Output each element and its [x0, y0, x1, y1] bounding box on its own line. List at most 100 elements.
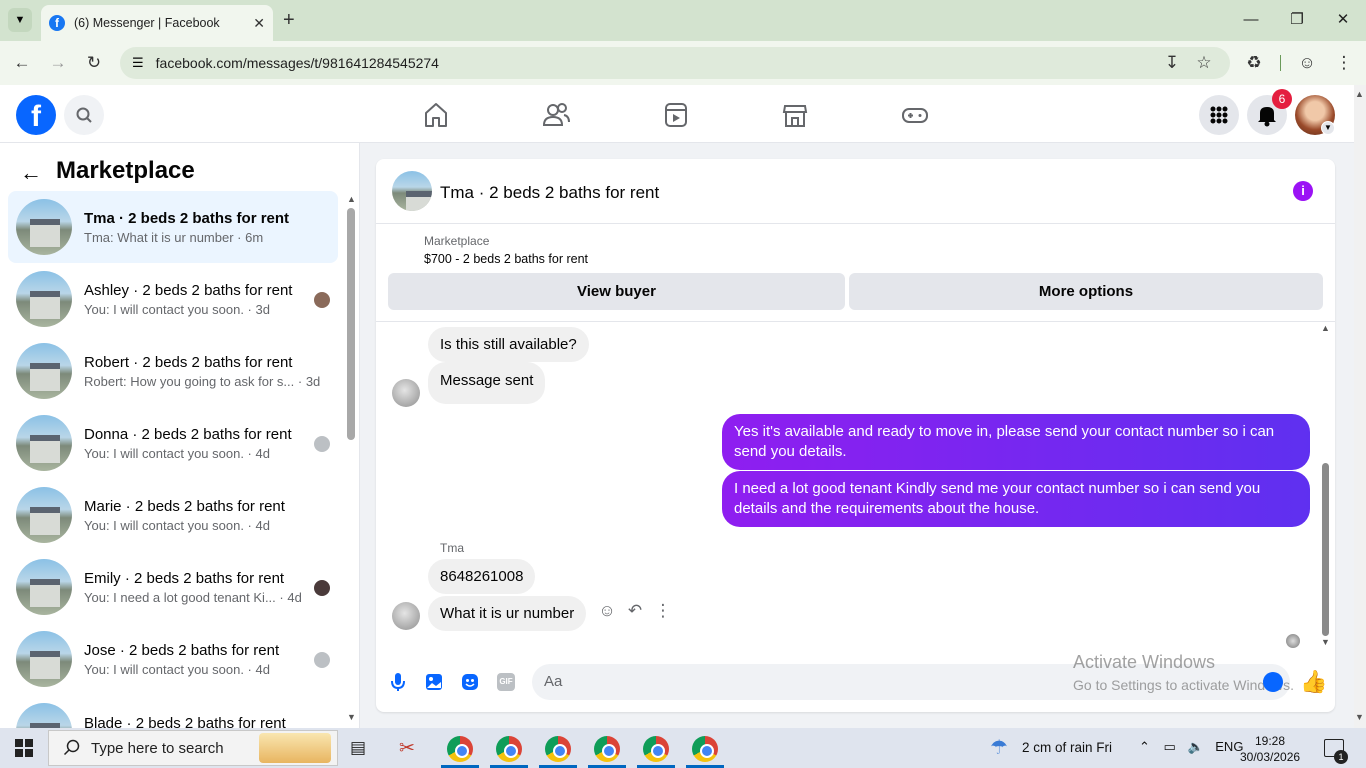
menu-grid-button[interactable]: [1199, 95, 1239, 135]
chevron-up-icon[interactable]: ⌃: [1139, 739, 1150, 754]
install-app-icon[interactable]: ↧: [1160, 51, 1184, 75]
weather-icon[interactable]: ☂: [990, 735, 1008, 760]
conversation-item[interactable]: Robert · 2 beds 2 baths for rent Robert:…: [8, 335, 338, 407]
taskbar-search-box[interactable]: Type here to search: [48, 730, 338, 766]
network-icon[interactable]: ▭: [1164, 739, 1176, 754]
taskbar-search-placeholder: Type here to search: [91, 739, 224, 757]
chrome-icon[interactable]: [594, 736, 620, 762]
sender-avatar: [392, 602, 420, 630]
notification-badge: 6: [1272, 89, 1292, 109]
scroll-up-arrow[interactable]: ▲: [1321, 323, 1330, 333]
conversation-item[interactable]: Tma · 2 beds 2 baths for rent Tma: What …: [8, 191, 338, 263]
conversation-snippet: Tma: What it is ur number · 6m: [84, 229, 264, 245]
back-arrow-icon[interactable]: ←: [20, 160, 42, 186]
reply-icon[interactable]: ↶: [625, 601, 645, 621]
scroll-down-arrow[interactable]: ▼: [1355, 712, 1364, 722]
chat-listing-thumbnail: [392, 171, 432, 211]
nav-home[interactable]: [418, 98, 454, 132]
nav-video[interactable]: [658, 98, 694, 132]
messages-scrollbar[interactable]: [1322, 463, 1329, 636]
weather-text[interactable]: 2 cm of rain Fri: [1022, 740, 1112, 755]
clock-date: 30/03/2026: [1240, 750, 1301, 764]
facebook-search-button[interactable]: [64, 95, 104, 135]
chrome-icon[interactable]: [447, 736, 473, 762]
chrome-icon[interactable]: [496, 736, 522, 762]
scroll-down-arrow[interactable]: ▼: [347, 712, 356, 722]
bookmark-star-icon[interactable]: ☆: [1192, 51, 1216, 75]
new-tab-button[interactable]: +: [283, 8, 303, 32]
thumbs-up-icon[interactable]: 👍: [1300, 669, 1327, 695]
seen-avatar: [314, 652, 330, 668]
incoming-message[interactable]: Message sent: [428, 362, 546, 404]
volume-icon[interactable]: 🔈: [1187, 739, 1203, 754]
tab-title: (6) Messenger | Facebook: [74, 16, 220, 30]
seen-avatar: [314, 580, 330, 596]
friends-icon: [542, 103, 570, 126]
extensions-icon[interactable]: ♻: [1242, 51, 1266, 75]
profile-icon[interactable]: ☺: [1295, 51, 1319, 75]
chrome-icon[interactable]: [545, 736, 571, 762]
scroll-up-arrow[interactable]: ▲: [347, 194, 356, 204]
window-close-button[interactable]: ✕: [1328, 8, 1358, 32]
incoming-message[interactable]: 8648261008: [428, 559, 536, 594]
scroll-down-arrow[interactable]: ▼: [1321, 637, 1330, 647]
sender-name: Tma: [440, 541, 464, 555]
facebook-logo-icon[interactable]: f: [16, 95, 56, 135]
react-emoji-icon[interactable]: ☺: [597, 601, 617, 621]
sticker-icon[interactable]: [458, 670, 482, 694]
chrome-icon[interactable]: [692, 736, 718, 762]
chrome-icon[interactable]: [643, 736, 669, 762]
more-actions-icon[interactable]: ⋮: [653, 601, 673, 621]
view-buyer-button[interactable]: View buyer: [388, 273, 845, 310]
gif-icon[interactable]: GIF: [497, 673, 515, 691]
back-icon[interactable]: ←: [10, 51, 34, 75]
snipping-tool-icon[interactable]: ✂: [399, 737, 415, 760]
conversation-item[interactable]: Ashley · 2 beds 2 baths for rent You: I …: [8, 263, 338, 335]
nav-gaming[interactable]: [897, 98, 933, 132]
forward-icon[interactable]: →: [46, 51, 70, 75]
conversation-name: Marie · 2 beds 2 baths for rent: [84, 497, 285, 515]
grid-icon: [1210, 106, 1228, 124]
conversation-item[interactable]: Donna · 2 beds 2 baths for rent You: I w…: [8, 407, 338, 479]
incoming-message[interactable]: What it is ur number: [428, 596, 587, 631]
facebook-favicon-icon: f: [49, 15, 65, 31]
outgoing-message[interactable]: Yes it's available and ready to move in,…: [722, 414, 1310, 470]
info-icon[interactable]: i: [1293, 181, 1313, 201]
site-settings-icon[interactable]: ☰: [132, 55, 144, 71]
browser-menu-icon[interactable]: ⋮: [1332, 51, 1356, 75]
nav-friends[interactable]: [538, 98, 574, 132]
browser-tab[interactable]: f (6) Messenger | Facebook ✕: [41, 5, 273, 41]
address-bar[interactable]: ☰ facebook.com/messages/t/98164128454527…: [120, 47, 1230, 79]
restore-button[interactable]: ❐: [1282, 8, 1312, 32]
incoming-message[interactable]: Is this still available?: [428, 327, 589, 362]
taskbar-clock[interactable]: 19:28 30/03/2026: [1240, 733, 1300, 765]
reload-icon[interactable]: ↻: [82, 51, 106, 75]
tab-close-icon[interactable]: ✕: [253, 15, 265, 32]
more-options-button[interactable]: More options: [849, 273, 1323, 310]
chat-title[interactable]: Tma · 2 beds 2 baths for rent: [440, 183, 659, 203]
minimize-button[interactable]: —: [1236, 8, 1266, 32]
sidebar-scrollbar[interactable]: [347, 208, 355, 440]
conversation-item[interactable]: Marie · 2 beds 2 baths for rent You: I w…: [8, 479, 338, 551]
microphone-icon[interactable]: [386, 670, 410, 694]
listing-thumbnail: [16, 199, 72, 255]
conversation-item[interactable]: Blade · 2 beds 2 baths for rent: [8, 695, 338, 731]
activate-windows-title: Activate Windows: [1073, 652, 1216, 672]
tab-search-button[interactable]: ▼: [8, 8, 32, 32]
scroll-up-arrow[interactable]: ▲: [1355, 89, 1364, 99]
chevron-down-icon[interactable]: ▼: [1321, 121, 1335, 135]
conversation-item[interactable]: Emily · 2 beds 2 baths for rent You: I n…: [8, 551, 338, 623]
task-view-icon[interactable]: ▤: [350, 738, 366, 758]
action-center-badge: 1: [1334, 750, 1348, 764]
emoji-icon[interactable]: [1263, 672, 1283, 692]
outgoing-message[interactable]: I need a lot good tenant Kindly send me …: [722, 471, 1310, 527]
photo-icon[interactable]: [422, 670, 446, 694]
conversation-item[interactable]: Jose · 2 beds 2 baths for rent You: I wi…: [8, 623, 338, 695]
marketplace-icon: [782, 105, 808, 127]
page-scrollbar[interactable]: [1354, 85, 1366, 728]
system-tray[interactable]: ⌃ ▭ 🔈 ENG: [1139, 739, 1243, 755]
listing-price[interactable]: $700 - 2 beds 2 baths for rent: [424, 252, 588, 266]
nav-marketplace[interactable]: [777, 98, 813, 132]
windows-start-icon[interactable]: [15, 739, 33, 757]
listing-thumbnail: [16, 487, 72, 543]
